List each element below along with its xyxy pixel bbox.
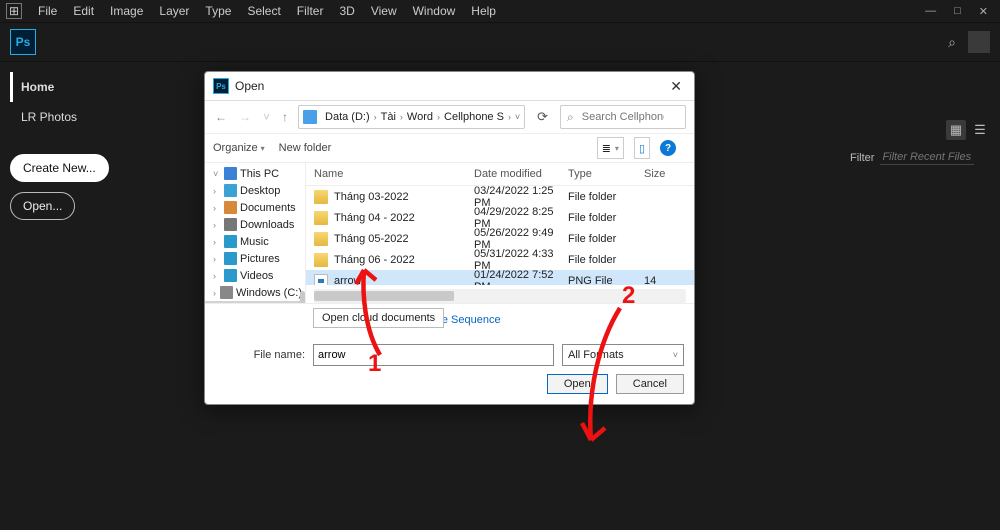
view-mode-button[interactable]: ≣▾ <box>597 137 624 159</box>
file-row[interactable]: Tháng 03-202203/24/2022 1:25 PMFile fold… <box>306 186 694 207</box>
grid-view-icon[interactable]: ▦ <box>946 120 966 140</box>
menu-help[interactable]: Help <box>463 1 504 21</box>
dialog-cancel-button[interactable]: Cancel <box>616 374 684 394</box>
col-name[interactable]: Name <box>314 168 474 180</box>
search-box[interactable]: ⌕ <box>560 105 686 129</box>
create-new-button[interactable]: Create New... <box>10 154 109 182</box>
search-input[interactable] <box>580 110 666 124</box>
folder-tree: ˅This PC›Desktop›Documents›Downloads›Mus… <box>205 163 306 303</box>
tree-node[interactable]: ›Desktop <box>205 182 305 199</box>
open-cloud-button[interactable]: Open cloud documents <box>313 308 444 328</box>
tree-scrollbar[interactable] <box>300 291 305 303</box>
menu-filter[interactable]: Filter <box>289 1 332 21</box>
sidebar-item-lr[interactable]: LR Photos <box>10 102 150 132</box>
open-dialog: Ps Open ✕ ← → ˅ ↑ Data (D:)› Tài› Word› … <box>204 71 695 405</box>
nav-forward-icon[interactable]: → <box>237 108 253 126</box>
crumb-2[interactable]: Word <box>403 111 437 123</box>
tree-node[interactable]: ›Downloads <box>205 216 305 233</box>
col-date[interactable]: Date modified <box>474 168 568 180</box>
tree-node[interactable]: ›Documents <box>205 199 305 216</box>
preview-pane-button[interactable]: ▯ <box>634 137 650 159</box>
menu-edit[interactable]: Edit <box>65 1 102 21</box>
search-icon[interactable]: ⌕ <box>948 34 956 51</box>
menu-layer[interactable]: Layer <box>151 1 197 21</box>
column-headers[interactable]: Name Date modified Type Size <box>306 163 694 186</box>
file-row[interactable]: Tháng 05-202205/26/2022 9:49 PMFile fold… <box>306 228 694 249</box>
file-row[interactable]: arrow01/24/2022 7:52 PMPNG File14 <box>306 270 694 285</box>
minimize-icon[interactable]: — <box>925 5 936 18</box>
menu-view[interactable]: View <box>363 1 405 21</box>
tree-node[interactable]: ›Videos <box>205 267 305 284</box>
tree-node[interactable]: ˅This PC <box>205 165 305 182</box>
ps-logo: Ps <box>10 29 36 55</box>
menu-select[interactable]: Select <box>239 1 288 21</box>
dialog-ps-icon: Ps <box>213 78 229 94</box>
col-size[interactable]: Size <box>644 168 676 180</box>
file-row[interactable]: Tháng 04 - 202204/29/2022 8:25 PMFile fo… <box>306 207 694 228</box>
file-row[interactable]: Tháng 06 - 202205/31/2022 4:33 PMFile fo… <box>306 249 694 270</box>
help-icon[interactable]: ? <box>660 140 676 156</box>
filename-input[interactable] <box>313 344 554 366</box>
file-list: Name Date modified Type Size Tháng 03-20… <box>306 163 694 303</box>
app-mark-icon: ⊞ <box>6 3 22 19</box>
filter-label: Filter <box>850 152 874 164</box>
nav-back-icon[interactable]: ← <box>213 108 229 126</box>
maximize-icon[interactable]: □ <box>954 5 961 18</box>
recent-panel: ▦ ☰ Filter <box>850 120 990 165</box>
topbar: Ps ⌕ <box>0 23 1000 62</box>
dialog-close-icon[interactable]: ✕ <box>666 78 686 95</box>
list-view-icon[interactable]: ☰ <box>970 120 990 140</box>
sidebar-item-home[interactable]: Home <box>10 72 150 102</box>
tree-node[interactable]: ›Pictures <box>205 250 305 267</box>
list-scrollbar[interactable] <box>314 289 686 303</box>
refresh-icon[interactable]: ⟳ <box>533 109 552 125</box>
dialog-title: Open <box>235 79 264 93</box>
tree-node[interactable]: ›Music <box>205 233 305 250</box>
menu-file[interactable]: File <box>30 1 65 21</box>
close-icon[interactable]: ✕ <box>979 5 988 18</box>
filename-label: File name: <box>215 349 305 361</box>
chevron-down-icon: ˅ <box>673 350 678 360</box>
filter-input[interactable] <box>880 150 974 165</box>
nav-up-icon[interactable]: ↑ <box>280 108 290 126</box>
format-value: All Formats <box>568 349 624 361</box>
menubar: ⊞ File Edit Image Layer Type Select Filt… <box>0 0 1000 23</box>
open-button[interactable]: Open... <box>10 192 75 220</box>
breadcrumb[interactable]: Data (D:)› Tài› Word› Cellphone S› ˅ <box>298 105 525 129</box>
crumb-0[interactable]: Data (D:) <box>321 111 374 123</box>
crumb-3[interactable]: Cellphone S <box>440 111 508 123</box>
crumb-1[interactable]: Tài <box>377 111 400 123</box>
menu-image[interactable]: Image <box>102 1 151 21</box>
nav-recent-icon[interactable]: ˅ <box>261 108 272 126</box>
new-folder-button[interactable]: New folder <box>279 142 332 154</box>
menu-type[interactable]: Type <box>197 1 239 21</box>
home-sidebar: Home LR Photos Create New... Open... <box>10 72 150 220</box>
col-type[interactable]: Type <box>568 168 644 180</box>
avatar[interactable] <box>968 31 990 53</box>
drive-icon <box>303 110 317 124</box>
tree-node[interactable]: ›Windows (C:) <box>205 284 305 301</box>
dialog-open-button[interactable]: Open <box>547 374 608 394</box>
menu-window[interactable]: Window <box>405 1 464 21</box>
organize-menu[interactable]: Organize▾ <box>213 142 265 154</box>
search-glass-icon: ⌕ <box>567 110 574 125</box>
format-dropdown[interactable]: All Formats ˅ <box>562 344 684 366</box>
menu-3d[interactable]: 3D <box>331 1 362 21</box>
